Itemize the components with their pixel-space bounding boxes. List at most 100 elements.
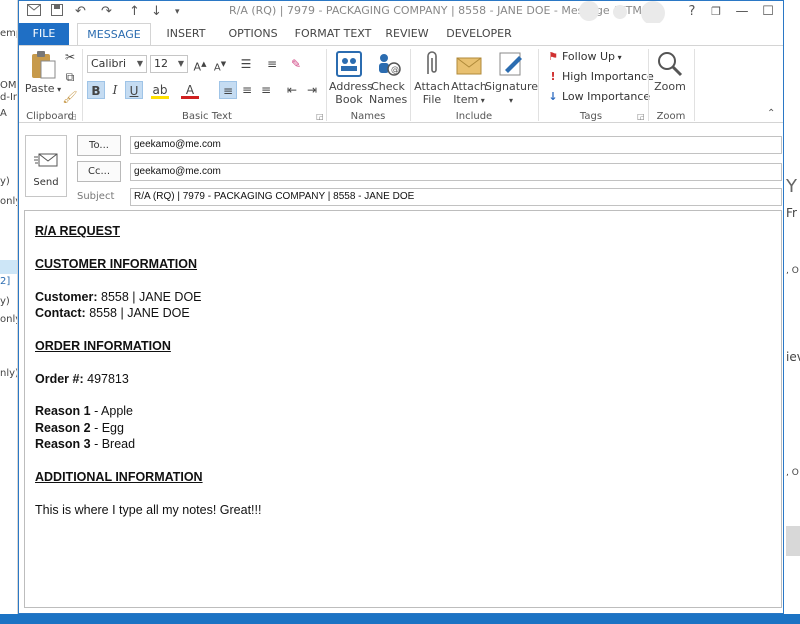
minimize-button[interactable]: — [731, 3, 753, 21]
paste-icon [32, 51, 56, 79]
check-names-button[interactable]: @ Check Names [369, 50, 407, 106]
align-right-button[interactable]: ≡ [257, 81, 275, 99]
font-color-icon[interactable]: A [181, 81, 199, 99]
save-icon[interactable] [51, 4, 63, 20]
bg-fragment: emp [0, 28, 17, 39]
title-bar: ↶ ↷ ↑ ↓ ▾ R/A (RQ) | 7979 - PACKAGING CO… [19, 1, 783, 25]
subject-label: Subject [77, 191, 115, 202]
font-name-combo[interactable]: Calibri ▼ [87, 55, 147, 73]
svg-text:@: @ [391, 65, 399, 74]
outlook-message-icon[interactable] [27, 4, 41, 20]
signature-button[interactable]: Signature ▾ [485, 50, 538, 107]
send-icon [34, 153, 58, 167]
bg-thumbnail [786, 526, 800, 556]
bg-fragment: y) [0, 296, 10, 307]
subject-field[interactable]: R/A (RQ) | 7979 - PACKAGING COMPANY | 85… [130, 188, 782, 206]
high-importance-button[interactable]: ! High Importance [547, 70, 653, 83]
down-arrow-icon[interactable]: ↓ [151, 4, 162, 20]
order-section-heading: ORDER INFORMATION [35, 338, 171, 353]
message-body[interactable]: R/A REQUEST CUSTOMER INFORMATION Custome… [24, 210, 782, 608]
ribbon-tabs: FILE MESSAGE INSERT OPTIONS FORMAT TEXT … [19, 23, 783, 46]
to-field[interactable]: geekamo@me.com [130, 136, 782, 154]
font-size-combo[interactable]: 12 ▼ [150, 55, 188, 73]
italic-button[interactable]: I [106, 81, 124, 99]
attach-item-button[interactable]: Attach Item ▾ [449, 50, 489, 107]
cut-icon[interactable]: ✂ [61, 48, 79, 66]
background-outlook-right: Y Fr , O iev , O [782, 0, 800, 624]
theme-decoration [579, 1, 599, 21]
to-button[interactable]: To... [77, 135, 121, 156]
clipboard-launcher-icon[interactable]: ◲ [69, 112, 77, 121]
chevron-down-icon: ▼ [177, 59, 184, 68]
decrease-indent-icon[interactable]: ⇤ [283, 81, 301, 99]
tab-options[interactable]: OPTIONS [217, 23, 289, 45]
bg-selected-row [0, 260, 17, 274]
chevron-down-icon: ▼ [136, 59, 143, 68]
clear-formatting-icon[interactable]: ✎ [287, 55, 305, 73]
tab-insert[interactable]: INSERT [155, 23, 217, 45]
bullets-icon[interactable]: ☰ [237, 55, 255, 73]
ribbon-display-button[interactable]: ❐ [705, 3, 727, 21]
format-painter-icon[interactable]: 🖌 [61, 88, 79, 106]
align-center-button[interactable]: ≡ [238, 81, 256, 99]
zoom-button[interactable]: Zoom [651, 50, 689, 93]
bg-fragment: y) [0, 176, 10, 187]
underline-button[interactable]: U [125, 81, 143, 99]
tab-format-text[interactable]: FORMAT TEXT [289, 23, 377, 45]
notes-line: This is where I type all my notes! Great… [35, 502, 262, 517]
bg-fragment: iev [786, 350, 800, 364]
bg-fragment: Fr [786, 206, 797, 220]
bg-fragment: Y [786, 176, 797, 197]
numbering-icon[interactable]: ≡ [263, 55, 281, 73]
maximize-button[interactable]: ☐ [757, 3, 779, 21]
cc-button[interactable]: Cc... [77, 161, 121, 182]
compose-window: ↶ ↷ ↑ ↓ ▾ R/A (RQ) | 7979 - PACKAGING CO… [18, 0, 784, 614]
tags-launcher-icon[interactable]: ◲ [637, 112, 645, 121]
redo-icon[interactable]: ↷ [101, 4, 112, 20]
message-header: Send To... geekamo@me.com Cc... geekamo@… [19, 123, 783, 208]
flag-icon: ⚑ [548, 50, 558, 63]
address-book-icon [336, 51, 362, 77]
tab-developer[interactable]: DEVELOPER [437, 23, 521, 45]
theme-decoration [641, 1, 665, 25]
bold-button[interactable]: B [87, 81, 105, 99]
customer-section-heading: CUSTOMER INFORMATION [35, 256, 198, 271]
group-label-tags: Tags [579, 111, 603, 122]
theme-decoration [613, 5, 627, 19]
bg-fragment: A [0, 108, 7, 119]
address-book-button[interactable]: Address Book [329, 50, 373, 106]
tab-review[interactable]: REVIEW [377, 23, 437, 45]
group-label-include: Include [455, 111, 493, 122]
background-outlook-left: emp OM d-In A y) only 2] y) only nly) [0, 0, 18, 624]
tab-message[interactable]: MESSAGE [77, 23, 151, 46]
increase-indent-icon[interactable]: ⇥ [303, 81, 321, 99]
attach-file-button[interactable]: Attach File [413, 50, 451, 106]
window-title: R/A (RQ) | 7979 - PACKAGING COMPANY | 85… [229, 4, 653, 17]
collapse-ribbon-icon[interactable]: ⌃ [767, 108, 775, 119]
send-button[interactable]: Send [25, 135, 67, 197]
bg-fragment: only [0, 196, 17, 207]
shrink-font-icon[interactable]: A▼ [211, 55, 229, 73]
group-label-basic-text: Basic Text [182, 111, 232, 122]
paste-button[interactable]: Paste ▾ [23, 50, 63, 96]
bg-fragment: , O [786, 468, 799, 478]
help-button[interactable]: ? [681, 3, 703, 21]
cc-field[interactable]: geekamo@me.com [130, 163, 782, 181]
highlight-icon[interactable]: ab [151, 81, 169, 99]
up-arrow-icon[interactable]: ↑ [129, 4, 140, 20]
copy-icon[interactable]: ⧉ [61, 68, 79, 86]
follow-up-button[interactable]: ⚑ Follow Up ▾ [547, 50, 622, 63]
reason-line: Reason 1 - Apple [35, 404, 133, 419]
customer-line: Customer: 8558 | JANE DOE [35, 289, 202, 304]
align-left-button[interactable]: ≡ [219, 81, 237, 99]
ribbon: Paste ▾ ✂ ⧉ 🖌 Clipboard ◲ Calibri ▼ 12 ▼ A… [19, 45, 783, 123]
low-importance-button[interactable]: ↓ Low Importance [547, 90, 650, 103]
magnifier-icon [658, 52, 683, 77]
basic-text-launcher-icon[interactable]: ◲ [316, 112, 324, 121]
tab-file[interactable]: FILE [19, 23, 69, 45]
customize-qat-icon[interactable]: ▾ [175, 4, 180, 20]
reason-line: Reason 3 - Bread [35, 437, 136, 452]
grow-font-icon[interactable]: A▲ [191, 55, 209, 74]
undo-icon[interactable]: ↶ [75, 4, 86, 20]
taskbar [0, 614, 800, 624]
